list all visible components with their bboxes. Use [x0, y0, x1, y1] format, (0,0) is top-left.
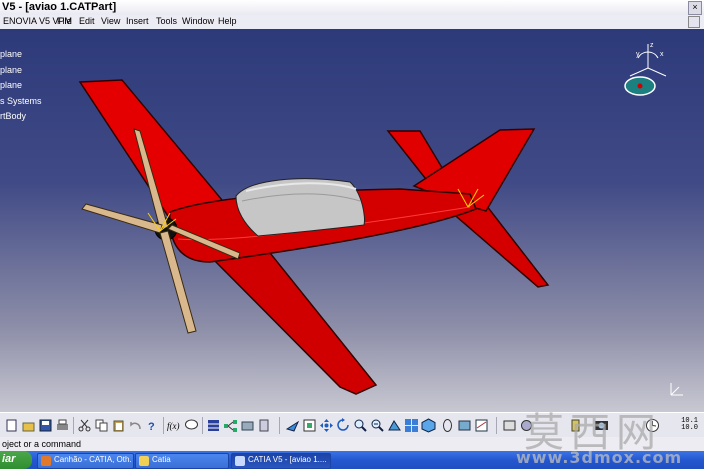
save-icon[interactable]	[38, 418, 53, 433]
start-label: iar	[2, 453, 16, 465]
clock-icon[interactable]	[645, 418, 660, 433]
print-icon[interactable]	[55, 418, 70, 433]
title-bar: V5 - [aviao 1.CATPart] ×	[0, 0, 704, 16]
hide-show-icon[interactable]	[457, 418, 472, 433]
whats-this-icon[interactable]: ?	[145, 418, 160, 433]
lower-wing	[203, 242, 378, 395]
table-icon[interactable]	[206, 418, 221, 433]
compass-z-label: z	[650, 42, 654, 49]
task-canhao[interactable]: Canhão - CATIA, Oth...	[37, 453, 134, 469]
compass-x-label: x	[660, 51, 664, 58]
tree-icon[interactable]	[223, 418, 238, 433]
start-button[interactable]: iar	[0, 451, 32, 469]
menu-bar: ENOVIA V5 VPM File Edit View Insert Tool…	[0, 15, 704, 30]
analysis-icon[interactable]	[257, 418, 272, 433]
restore-icon[interactable]	[688, 16, 700, 28]
copy-icon[interactable]	[94, 418, 109, 433]
menu-file[interactable]: File	[57, 16, 72, 26]
svg-text:f(x): f(x)	[167, 421, 180, 431]
apply-material-icon[interactable]	[519, 418, 534, 433]
paste-icon[interactable]	[111, 418, 126, 433]
command-prompt[interactable]: oject or a command	[2, 439, 81, 449]
task-label: Catia	[152, 455, 171, 464]
task-catia-v5[interactable]: CATIA V5 - [aviao 1....	[231, 453, 331, 469]
compass-icon[interactable]: z y x	[620, 40, 676, 100]
new-icon[interactable]	[4, 418, 19, 433]
svg-text:?: ?	[148, 421, 155, 433]
isometric-view-icon[interactable]	[421, 418, 436, 433]
folder-icon	[139, 456, 149, 466]
comment-icon[interactable]	[184, 418, 199, 433]
window-close-button[interactable]: ×	[688, 1, 702, 15]
status-bar: oject or a command	[0, 437, 704, 451]
cut-icon[interactable]	[77, 418, 92, 433]
scale-bottom: 10.0	[681, 424, 698, 432]
catia-icon	[235, 456, 245, 466]
zoom-in-icon[interactable]	[353, 418, 368, 433]
pan-icon[interactable]	[319, 418, 334, 433]
normal-view-icon[interactable]	[387, 418, 402, 433]
zoom-out-icon[interactable]	[370, 418, 385, 433]
scale-indicator: 10.1 10.0	[681, 418, 698, 432]
photo-studio-icon[interactable]	[568, 418, 583, 433]
open-icon[interactable]	[21, 418, 36, 433]
fly-mode-icon[interactable]	[285, 418, 300, 433]
axis-indicator-icon	[670, 383, 683, 396]
taskbar: iar Canhão - CATIA, Oth... Catia CATIA V…	[0, 451, 704, 469]
menu-view[interactable]: View	[101, 16, 120, 26]
shading-icon[interactable]	[440, 418, 455, 433]
horizontal-stabilizer-lower	[448, 204, 550, 288]
formula-icon[interactable]: f(x)	[167, 418, 182, 433]
compass-y-label: y	[636, 51, 640, 58]
menu-edit[interactable]: Edit	[79, 16, 95, 26]
menu-insert[interactable]: Insert	[126, 16, 149, 26]
menu-help[interactable]: Help	[218, 16, 237, 26]
menu-tools[interactable]: Tools	[156, 16, 177, 26]
task-label: CATIA V5 - [aviao 1....	[248, 455, 327, 464]
fit-all-icon[interactable]	[302, 418, 317, 433]
task-catia-folder[interactable]: Catia	[135, 453, 229, 469]
window-title: V5 - [aviao 1.CATPart]	[2, 1, 117, 13]
undo-icon[interactable]	[128, 418, 143, 433]
catalog-icon[interactable]	[502, 418, 517, 433]
airplane-model[interactable]	[0, 29, 704, 412]
3d-viewport[interactable]: plane plane plane s Systems rtBody z y x	[0, 29, 704, 412]
task-label: Canhão - CATIA, Oth...	[54, 455, 131, 464]
swap-space-icon[interactable]	[474, 418, 489, 433]
browser-icon	[41, 456, 51, 466]
multi-view-icon[interactable]	[404, 418, 419, 433]
capture-icon[interactable]	[594, 418, 609, 433]
bottom-toolbar: ? f(x) 10.1 10.0	[0, 412, 704, 439]
measure-icon[interactable]	[240, 418, 255, 433]
upper-wing	[78, 79, 224, 220]
canopy	[235, 178, 365, 237]
propeller-blade-3	[81, 203, 163, 234]
rotate-icon[interactable]	[336, 418, 351, 433]
menu-window[interactable]: Window	[182, 16, 214, 26]
